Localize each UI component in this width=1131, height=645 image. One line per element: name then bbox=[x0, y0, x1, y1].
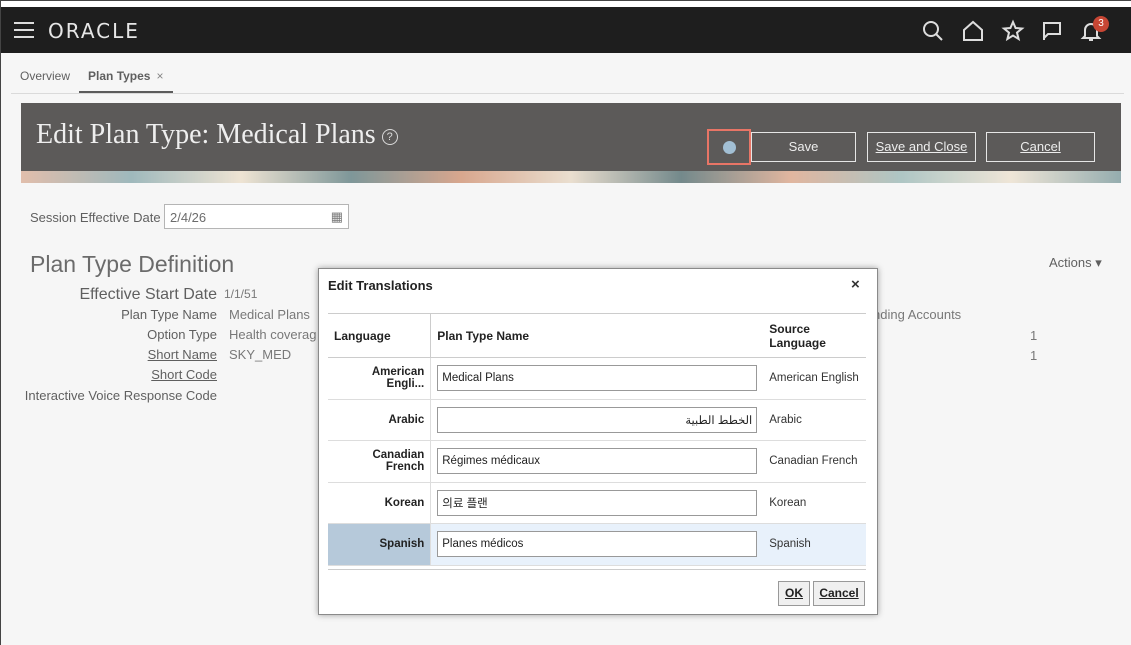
table-row[interactable]: American Engli... American English bbox=[328, 357, 866, 400]
language-cell: American Engli... bbox=[328, 357, 432, 400]
source-language-cell: Korean bbox=[763, 482, 866, 524]
translations-table: Language Plan Type Name Source Language … bbox=[328, 313, 866, 566]
source-language-cell: American English bbox=[763, 357, 866, 400]
plan-type-name-input[interactable] bbox=[437, 365, 758, 392]
plan-type-name-input[interactable] bbox=[437, 489, 758, 516]
flag-icon[interactable] bbox=[1040, 19, 1064, 43]
global-header: ORACLE 3 bbox=[1, 7, 1131, 53]
table-row[interactable]: Canadian French Canadian French bbox=[328, 440, 866, 483]
oracle-logo: ORACLE bbox=[48, 19, 140, 43]
language-cell: Canadian French bbox=[328, 440, 432, 483]
notification-badge: 3 bbox=[1093, 16, 1109, 32]
source-language-cell: Canadian French bbox=[763, 440, 866, 483]
dialog-cancel-button[interactable]: Cancel bbox=[813, 581, 865, 606]
language-cell: Korean bbox=[328, 482, 432, 524]
source-language-cell: Arabic bbox=[763, 399, 866, 441]
column-header-source-language: Source Language bbox=[763, 313, 866, 358]
search-icon[interactable] bbox=[921, 19, 945, 43]
plan-type-name-input[interactable] bbox=[437, 406, 758, 433]
star-icon[interactable] bbox=[1001, 19, 1025, 43]
ok-button[interactable]: OK bbox=[778, 581, 810, 606]
table-row[interactable]: Arabic Arabic bbox=[328, 399, 866, 441]
plan-type-name-input[interactable] bbox=[437, 531, 758, 558]
plan-type-name-input[interactable] bbox=[437, 448, 758, 475]
column-header-plan-type-name: Plan Type Name bbox=[430, 313, 764, 358]
menu-icon[interactable] bbox=[14, 22, 34, 38]
column-header-language: Language bbox=[328, 313, 432, 358]
source-language-cell: Spanish bbox=[763, 523, 866, 566]
home-icon[interactable] bbox=[961, 19, 985, 43]
close-icon[interactable]: × bbox=[851, 276, 860, 293]
table-row-selected[interactable]: Spanish Spanish bbox=[328, 523, 866, 566]
language-cell: Spanish bbox=[328, 523, 432, 566]
edit-translations-dialog: Edit Translations × Language Plan Type N… bbox=[318, 268, 878, 615]
dialog-title: Edit Translations bbox=[328, 278, 433, 293]
language-cell: Arabic bbox=[328, 399, 432, 441]
table-row[interactable]: Korean Korean bbox=[328, 482, 866, 524]
